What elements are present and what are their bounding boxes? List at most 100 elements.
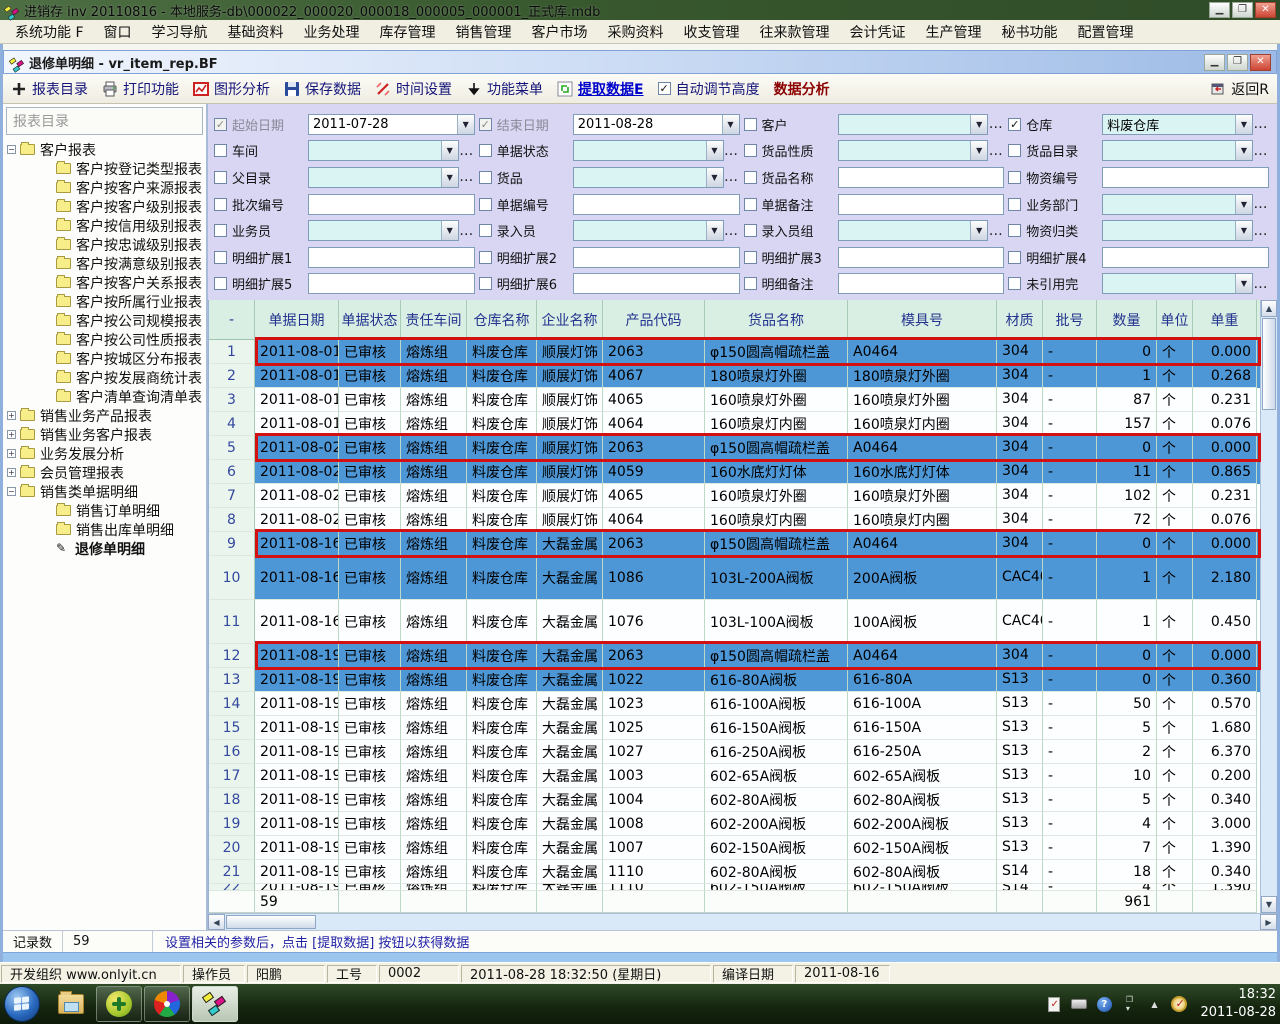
table-row[interactable]: 32011-08-01已审核熔炼组料废仓库顺展灯饰4065160喷泉灯外圈160… bbox=[209, 388, 1260, 412]
tray-expand-icon[interactable]: ▲ bbox=[1146, 996, 1162, 1012]
table-row[interactable]: 192011-08-19已审核熔炼组料废仓库大磊金属1008602-200A阀板… bbox=[209, 812, 1260, 836]
filter-checkbox-明细扩展2[interactable] bbox=[479, 251, 492, 264]
table-row[interactable]: 162011-08-19已审核熔炼组料废仓库大磊金属1027616-250A阀板… bbox=[209, 740, 1260, 764]
menu-item-5[interactable]: 库存管理 bbox=[371, 20, 445, 44]
chevron-down-icon[interactable]: ▼ bbox=[970, 141, 987, 160]
menu-item-3[interactable]: 基础资料 bbox=[219, 20, 293, 44]
column-header-单位[interactable]: 单位 bbox=[1157, 300, 1193, 340]
column-header-责任车间[interactable]: 责任车间 bbox=[401, 300, 467, 340]
menu-item-9[interactable]: 收支管理 bbox=[675, 20, 749, 44]
filter-checkbox-录入员[interactable] bbox=[479, 224, 492, 237]
menu-item-1[interactable]: 窗口 bbox=[95, 20, 141, 44]
return-button[interactable]: 返回R bbox=[1210, 79, 1269, 99]
table-row[interactable]: 112011-08-16已审核熔炼组料废仓库大磊金属1076103L-100A阀… bbox=[209, 600, 1260, 644]
filter-input-物资编号[interactable] bbox=[1102, 167, 1269, 188]
column-header-单据日期[interactable]: 单据日期 bbox=[255, 300, 339, 340]
horizontal-scroll-thumb[interactable] bbox=[226, 915, 316, 929]
toolbar-button-3[interactable]: 图形分析 bbox=[193, 79, 270, 99]
table-row[interactable]: 212011-08-19已审核熔炼组料废仓库大磊金属1110602-80A阀板6… bbox=[209, 860, 1260, 884]
chevron-down-icon[interactable]: ▼ bbox=[457, 115, 474, 134]
tree-item-客户按客户级别报表[interactable]: 客户按客户级别报表 bbox=[7, 197, 206, 216]
tree-item-客户按客户来源报表[interactable]: 客户按客户来源报表 bbox=[7, 178, 206, 197]
filter-combo-车间[interactable]: ▼ bbox=[308, 140, 459, 161]
expand-icon[interactable]: + bbox=[7, 430, 16, 439]
filter-checkbox-物资编号[interactable] bbox=[1008, 171, 1021, 184]
column-header-仓库名称[interactable]: 仓库名称 bbox=[467, 300, 537, 340]
filter-input-明细扩展1[interactable] bbox=[308, 247, 475, 268]
filter-checkbox-批次编号[interactable] bbox=[214, 198, 227, 211]
minimize-button[interactable]: ▁ bbox=[1209, 2, 1230, 18]
filter-input-明细备注[interactable] bbox=[838, 273, 1005, 294]
filter-input-明细扩展3[interactable] bbox=[838, 247, 1005, 268]
close-button[interactable]: ✕ bbox=[1255, 2, 1276, 18]
filter-combo-录入员[interactable]: ▼ bbox=[573, 220, 724, 241]
taskbar-explorer-button[interactable] bbox=[48, 986, 94, 1022]
chevron-down-icon[interactable]: ▼ bbox=[441, 168, 458, 187]
tree-item-客户按登记类型报表[interactable]: 客户按登记类型报表 bbox=[7, 159, 206, 178]
table-row[interactable]: 22011-08-01已审核熔炼组料废仓库顺展灯饰4067180喷泉灯外圈180… bbox=[209, 364, 1260, 388]
collapse-icon[interactable]: − bbox=[7, 487, 16, 496]
tree-item-客户按所属行业报表[interactable]: 客户按所属行业报表 bbox=[7, 292, 206, 311]
tree-item-客户报表[interactable]: −客户报表 bbox=[7, 140, 206, 159]
more-options-button[interactable]: … bbox=[988, 116, 1004, 132]
tree-item-销售出库单明细[interactable]: 销售出库单明细 bbox=[7, 520, 206, 539]
horizontal-scrollbar[interactable]: ◀ ▶ bbox=[208, 913, 1277, 930]
filter-combo-货品目录[interactable]: ▼ bbox=[1102, 140, 1253, 161]
column-header-企业名称[interactable]: 企业名称 bbox=[537, 300, 603, 340]
menu-item-10[interactable]: 往来款管理 bbox=[751, 20, 839, 44]
chevron-down-icon[interactable]: ▼ bbox=[1235, 115, 1252, 134]
child-maximize-button[interactable]: ❐ bbox=[1227, 54, 1248, 71]
collapse-icon[interactable]: − bbox=[7, 145, 16, 154]
filter-input-单据备注[interactable] bbox=[838, 194, 1005, 215]
table-row[interactable]: 142011-08-19已审核熔炼组料废仓库大磊金属1023616-100A阀板… bbox=[209, 692, 1260, 716]
column-header-产品代码[interactable]: 产品代码 bbox=[603, 300, 705, 340]
filter-input-明细扩展2[interactable] bbox=[573, 247, 740, 268]
filter-checkbox-业务部门[interactable] bbox=[1008, 198, 1021, 211]
menu-item-14[interactable]: 配置管理 bbox=[1069, 20, 1143, 44]
filter-checkbox-货品[interactable] bbox=[479, 171, 492, 184]
more-options-button[interactable]: … bbox=[724, 169, 740, 185]
chevron-down-icon[interactable]: ▼ bbox=[441, 221, 458, 240]
chevron-down-icon[interactable]: ▼ bbox=[706, 141, 723, 160]
column-header-材质[interactable]: 材质 bbox=[997, 300, 1043, 340]
filter-checkbox-明细扩展6[interactable] bbox=[479, 277, 492, 290]
menu-item-13[interactable]: 秘书功能 bbox=[993, 20, 1067, 44]
table-row[interactable]: 72011-08-02已审核熔炼组料废仓库顺展灯饰4065160喷泉灯外圈160… bbox=[209, 484, 1260, 508]
table-row[interactable]: 152011-08-19已审核熔炼组料废仓库大磊金属1025616-150A阀板… bbox=[209, 716, 1260, 740]
table-row[interactable]: 172011-08-19已审核熔炼组料废仓库大磊金属1003602-65A阀板6… bbox=[209, 764, 1260, 788]
expand-icon[interactable]: + bbox=[7, 411, 16, 420]
tree-item-客户按信用级别报表[interactable]: 客户按信用级别报表 bbox=[7, 216, 206, 235]
tree-item-客户按发展商统计表[interactable]: 客户按发展商统计表 bbox=[7, 368, 206, 387]
toolbar-button-5[interactable]: 时间设置 bbox=[375, 79, 452, 99]
data-analysis-button[interactable]: 数据分析 bbox=[774, 79, 830, 99]
more-options-button[interactable]: … bbox=[1253, 223, 1269, 239]
tray-shield-icon[interactable] bbox=[1171, 996, 1187, 1012]
filter-checkbox-物资归类[interactable] bbox=[1008, 224, 1021, 237]
filter-checkbox-父目录[interactable] bbox=[214, 171, 227, 184]
more-options-button[interactable]: … bbox=[1253, 143, 1269, 159]
chevron-down-icon[interactable]: ▼ bbox=[1235, 195, 1252, 214]
tree-item-客户按公司规模报表[interactable]: 客户按公司规模报表 bbox=[7, 311, 206, 330]
tree-item-客户按城区分布报表[interactable]: 客户按城区分布报表 bbox=[7, 349, 206, 368]
toolbar-button-4[interactable]: 保存数据 bbox=[284, 79, 361, 99]
child-minimize-button[interactable]: ▁ bbox=[1204, 54, 1225, 71]
chevron-down-icon[interactable]: ▼ bbox=[706, 221, 723, 240]
filter-combo-仓库[interactable]: 料废仓库▼ bbox=[1102, 114, 1253, 135]
auto-height-checkbox[interactable]: ✓ bbox=[658, 82, 671, 95]
chevron-down-icon[interactable]: ▼ bbox=[1235, 141, 1252, 160]
scroll-right-icon[interactable]: ▶ bbox=[1260, 914, 1277, 930]
filter-checkbox-单据编号[interactable] bbox=[479, 198, 492, 211]
chevron-down-icon[interactable]: ▼ bbox=[706, 168, 723, 187]
vertical-scroll-thumb[interactable] bbox=[1262, 318, 1276, 410]
taskbar-pinwheel-button[interactable] bbox=[144, 986, 190, 1022]
chevron-down-icon[interactable]: ▼ bbox=[970, 115, 987, 134]
column-header-批号[interactable]: 批号 bbox=[1043, 300, 1097, 340]
toolbar-button-7[interactable]: 提取数据E bbox=[557, 79, 644, 99]
filter-checkbox-车间[interactable] bbox=[214, 144, 227, 157]
filter-checkbox-货品目录[interactable] bbox=[1008, 144, 1021, 157]
filter-combo-父目录[interactable]: ▼ bbox=[308, 167, 459, 188]
tree-item-客户清单查询清单表[interactable]: 客户清单查询清单表 bbox=[7, 387, 206, 406]
column-header-数量[interactable]: 数量 bbox=[1097, 300, 1157, 340]
tree-item-会员管理报表[interactable]: +会员管理报表 bbox=[7, 463, 206, 482]
filter-checkbox-明细扩展1[interactable] bbox=[214, 251, 227, 264]
